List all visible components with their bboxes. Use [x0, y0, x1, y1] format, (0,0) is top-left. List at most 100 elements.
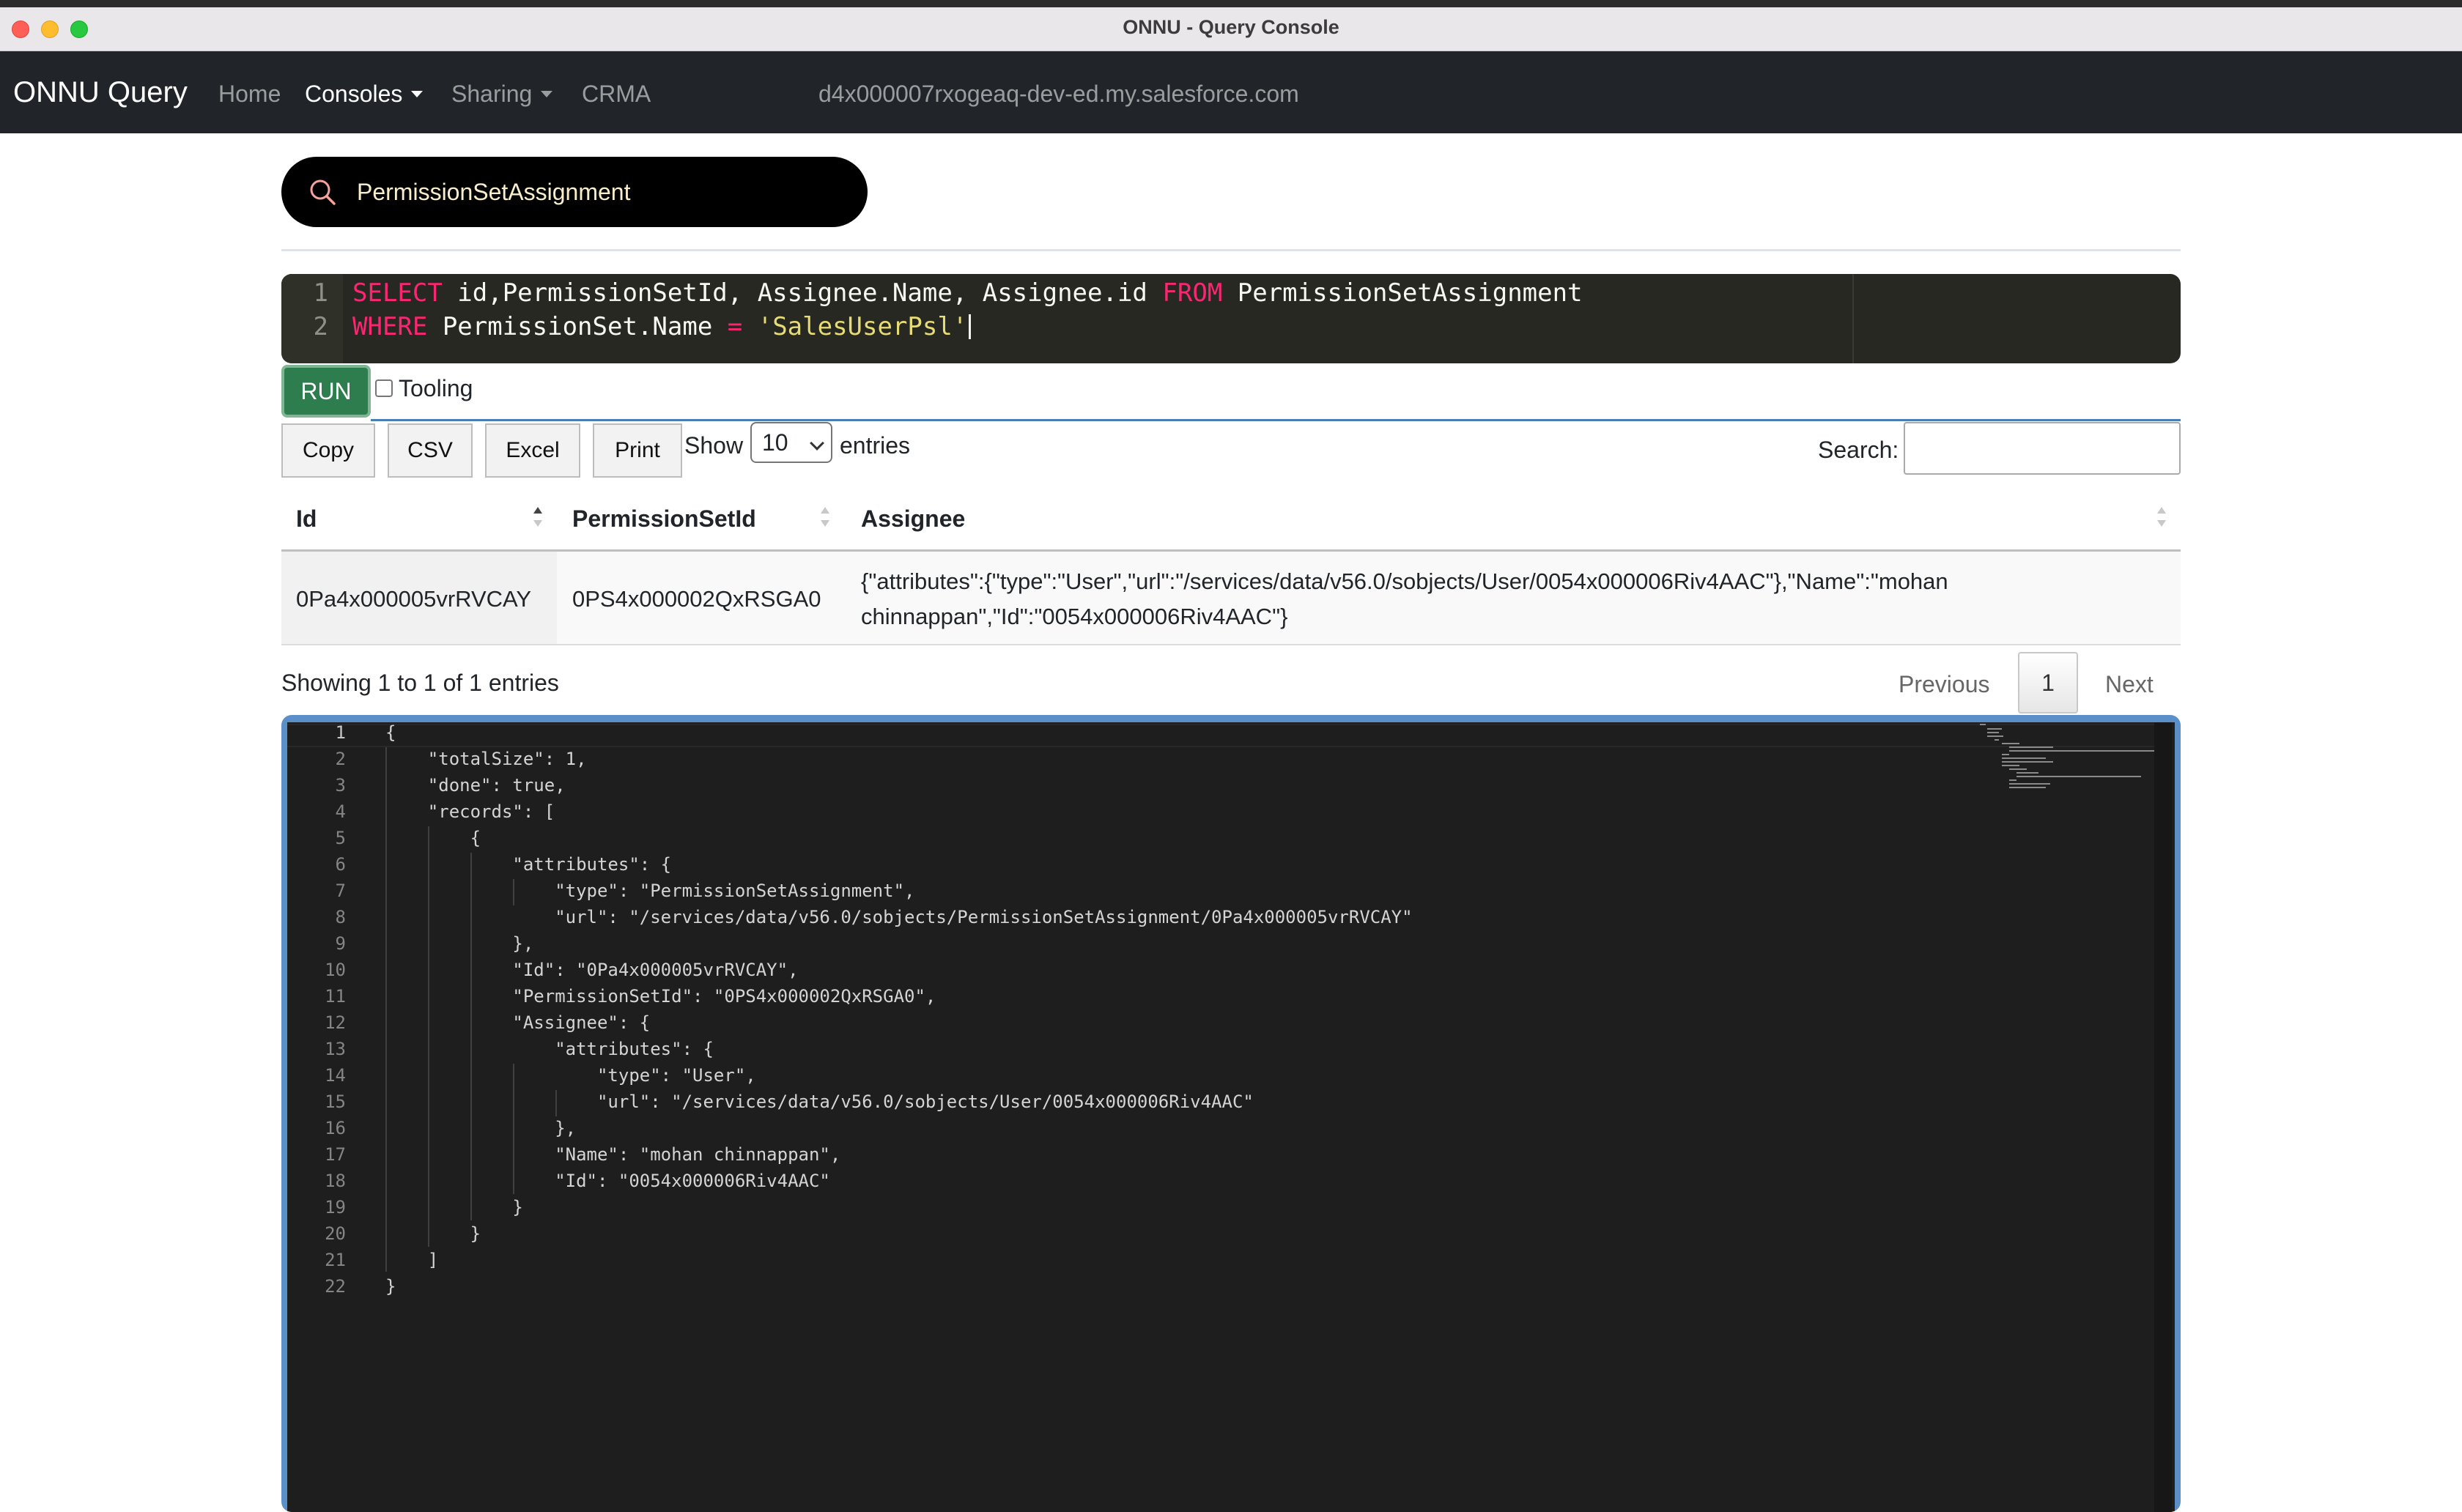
editor-line-number: 1 [313, 278, 328, 308]
json-line[interactable]: "records": [ [385, 801, 555, 822]
window-title: ONNU - Query Console [1123, 16, 1339, 38]
json-line[interactable]: "attributes": { [385, 1039, 714, 1059]
search-icon [310, 179, 336, 205]
column-header-id[interactable]: Id [296, 505, 317, 533]
object-search-input[interactable]: PermissionSetAssignment [357, 179, 855, 206]
sort-icon [821, 507, 831, 529]
sort-icon [2157, 507, 2167, 529]
operator-equals: = [727, 312, 743, 341]
show-label: Show [684, 432, 744, 459]
json-line-number: 6 [335, 854, 346, 875]
json-line[interactable]: "totalSize": 1, [385, 749, 587, 769]
json-line[interactable]: { [385, 722, 396, 743]
json-line-number: 19 [325, 1197, 346, 1218]
json-line-number: 10 [325, 960, 346, 980]
json-line[interactable]: "Id": "0054x000006Riv4AAC" [385, 1171, 830, 1191]
tooling-checkbox[interactable] [375, 379, 393, 397]
json-line[interactable]: "url": "/services/data/v56.0/sobjects/Us… [385, 1092, 1254, 1112]
cell-id: 0Pa4x000005vrRVCAY [296, 586, 532, 612]
top-navbar: ONNU Query Home Consoles Sharing CRMA d4… [0, 51, 2462, 133]
nav-home[interactable]: Home [218, 81, 281, 108]
next-page-button[interactable]: Next [2105, 671, 2154, 698]
json-line[interactable]: "attributes": { [385, 854, 671, 875]
json-line-number: 22 [325, 1276, 346, 1297]
chevron-down-icon [541, 91, 553, 97]
json-line-number: 12 [325, 1012, 346, 1033]
chevron-down-icon [810, 436, 824, 451]
column-header-permissionsetid[interactable]: PermissionSetId [572, 505, 756, 533]
keyword-where: WHERE [352, 312, 428, 341]
json-line-number: 15 [325, 1092, 346, 1112]
table-info: Showing 1 to 1 of 1 entries [281, 670, 559, 696]
cell-assignee-line-1: {"attributes":{"type":"User","url":"/ser… [861, 568, 1948, 594]
run-button[interactable]: RUN [281, 365, 371, 418]
json-line-number: 18 [325, 1171, 346, 1191]
json-result-viewer[interactable]: 1 {2 "totalSize": 1, 3 "done": true, 4 "rec… [281, 715, 2181, 1512]
nav-consoles-dropdown[interactable]: Consoles [305, 81, 424, 108]
brand-logo[interactable]: ONNU Query [13, 76, 188, 109]
keyword-from: FROM [1162, 278, 1223, 308]
cell-permissionsetid: 0PS4x000002QxRSGA0 [572, 586, 821, 612]
indent-guide [385, 747, 387, 1272]
entries-label: entries [840, 432, 911, 459]
print-button[interactable]: Print [593, 423, 682, 478]
json-editor[interactable]: 1 {2 "totalSize": 1, 3 "done": true, 4 "rec… [287, 722, 2175, 1512]
json-line-number: 2 [335, 749, 346, 769]
json-line[interactable]: "PermissionSetId": "0PS4x000002QxRSGA0", [385, 986, 936, 1007]
print-margin [1852, 274, 1854, 363]
json-line-number: 1 [335, 722, 346, 743]
json-line[interactable]: "Assignee": { [385, 1012, 650, 1033]
tooling-label[interactable]: Tooling [399, 375, 473, 402]
excel-button[interactable]: Excel [485, 423, 580, 478]
json-line[interactable]: "type": "User", [385, 1065, 756, 1086]
json-line[interactable]: "done": true, [385, 775, 566, 796]
nav-crma[interactable]: CRMA [582, 81, 651, 108]
json-line-number: 21 [325, 1250, 346, 1270]
json-line-number: 9 [335, 933, 346, 954]
json-line[interactable]: }, [385, 933, 533, 954]
json-line-number: 4 [335, 801, 346, 822]
json-line[interactable]: }, [385, 1118, 576, 1138]
table-row[interactable] [281, 552, 2181, 644]
csv-button[interactable]: CSV [388, 423, 473, 478]
table-search-input[interactable] [1904, 422, 2181, 475]
nav-sharing-dropdown[interactable]: Sharing [451, 81, 553, 108]
json-line-number: 16 [325, 1118, 346, 1138]
json-line[interactable]: "Name": "mohan chinnappan", [385, 1144, 840, 1165]
editor-line-number: 2 [313, 312, 328, 341]
current-line-highlight [287, 724, 2163, 747]
nav-sharing-label: Sharing [451, 81, 533, 107]
page-1-button[interactable]: 1 [2018, 652, 2078, 714]
json-line[interactable]: } [385, 1223, 481, 1244]
previous-page-button[interactable]: Previous [1899, 671, 1990, 698]
json-line[interactable]: { [385, 828, 481, 848]
keyword-select: SELECT [352, 278, 443, 308]
json-line[interactable]: ] [385, 1250, 438, 1270]
nav-consoles-label: Consoles [305, 81, 403, 107]
json-line-number: 20 [325, 1223, 346, 1244]
results-top-border [371, 419, 2181, 421]
from-object: PermissionSetAssignment [1222, 278, 1583, 308]
json-line[interactable]: } [385, 1197, 522, 1218]
soql-editor[interactable]: 1 2 SELECT id,PermissionSetId, Assignee.… [281, 274, 2181, 363]
editor-line-1[interactable]: SELECT id,PermissionSetId, Assignee.Name… [352, 278, 1583, 308]
entries-per-page-select[interactable]: 10 [750, 422, 832, 463]
table-search-label: Search: [1818, 437, 1899, 463]
editor-line-2[interactable]: WHERE PermissionSet.Name = 'SalesUserPsl… [352, 312, 972, 341]
copy-button[interactable]: Copy [281, 423, 375, 478]
json-line-number: 3 [335, 775, 346, 796]
json-line[interactable]: "url": "/services/data/v56.0/sobjects/Pe… [385, 907, 1412, 927]
menu-bar-strip [0, 0, 2462, 7]
json-line[interactable]: "type": "PermissionSetAssignment", [385, 881, 914, 901]
column-header-assignee[interactable]: Assignee [861, 505, 965, 533]
json-line[interactable]: } [385, 1276, 396, 1297]
json-line[interactable]: "Id": "0Pa4x000005vrRVCAY", [385, 960, 798, 980]
vertical-scrollbar[interactable] [2154, 722, 2172, 1512]
table-bottom-border [281, 644, 2181, 645]
code-minimap[interactable] [1980, 724, 2163, 797]
json-line-number: 8 [335, 907, 346, 927]
where-field: PermissionSet.Name [427, 312, 728, 341]
json-line-number: 13 [325, 1039, 346, 1059]
object-search-bar[interactable]: PermissionSetAssignment [281, 157, 868, 227]
